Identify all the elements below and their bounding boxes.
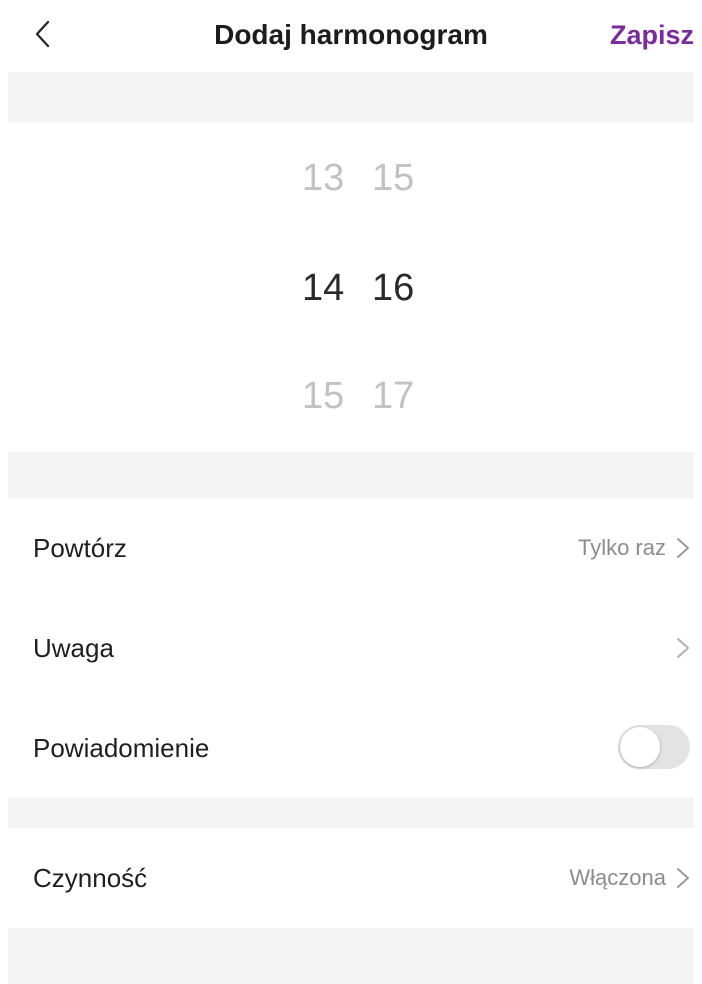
hour-next[interactable]: 15 bbox=[302, 372, 362, 420]
minute-wheel[interactable]: 15 16 17 bbox=[372, 122, 432, 452]
section-divider bbox=[8, 928, 694, 984]
action-value: Włączona bbox=[569, 865, 666, 890]
save-button[interactable]: Zapisz bbox=[610, 14, 694, 56]
hour-selected[interactable]: 14 bbox=[302, 264, 362, 312]
action-label: Czynność bbox=[33, 863, 148, 893]
note-row[interactable]: Uwaga bbox=[0, 598, 702, 698]
hour-prev[interactable]: 13 bbox=[302, 154, 362, 202]
section-divider bbox=[8, 72, 694, 122]
section-divider bbox=[8, 452, 694, 498]
repeat-label: Powtórz bbox=[33, 533, 127, 563]
chevron-right-icon bbox=[677, 868, 689, 888]
chevron-right-icon bbox=[677, 638, 689, 658]
note-label: Uwaga bbox=[33, 633, 114, 663]
chevron-right-icon bbox=[677, 538, 689, 558]
time-picker[interactable]: 13 14 15 15 16 17 bbox=[0, 122, 702, 452]
notification-row: Powiadomienie bbox=[0, 698, 702, 798]
action-row[interactable]: Czynność Włączona bbox=[0, 828, 702, 928]
header-bar: Dodaj harmonogram Zapisz bbox=[0, 0, 702, 72]
repeat-row[interactable]: Powtórz Tylko raz bbox=[0, 498, 702, 598]
toggle-knob bbox=[620, 727, 660, 767]
notification-label: Powiadomienie bbox=[33, 733, 210, 763]
minute-prev[interactable]: 15 bbox=[372, 154, 432, 202]
minute-next[interactable]: 17 bbox=[372, 372, 432, 420]
repeat-value: Tylko raz bbox=[577, 535, 666, 560]
page-title: Dodaj harmonogram bbox=[214, 19, 488, 50]
minute-selected[interactable]: 16 bbox=[372, 264, 432, 312]
section-divider bbox=[8, 798, 694, 828]
hour-wheel[interactable]: 13 14 15 bbox=[302, 122, 362, 452]
notification-toggle[interactable] bbox=[618, 725, 690, 769]
